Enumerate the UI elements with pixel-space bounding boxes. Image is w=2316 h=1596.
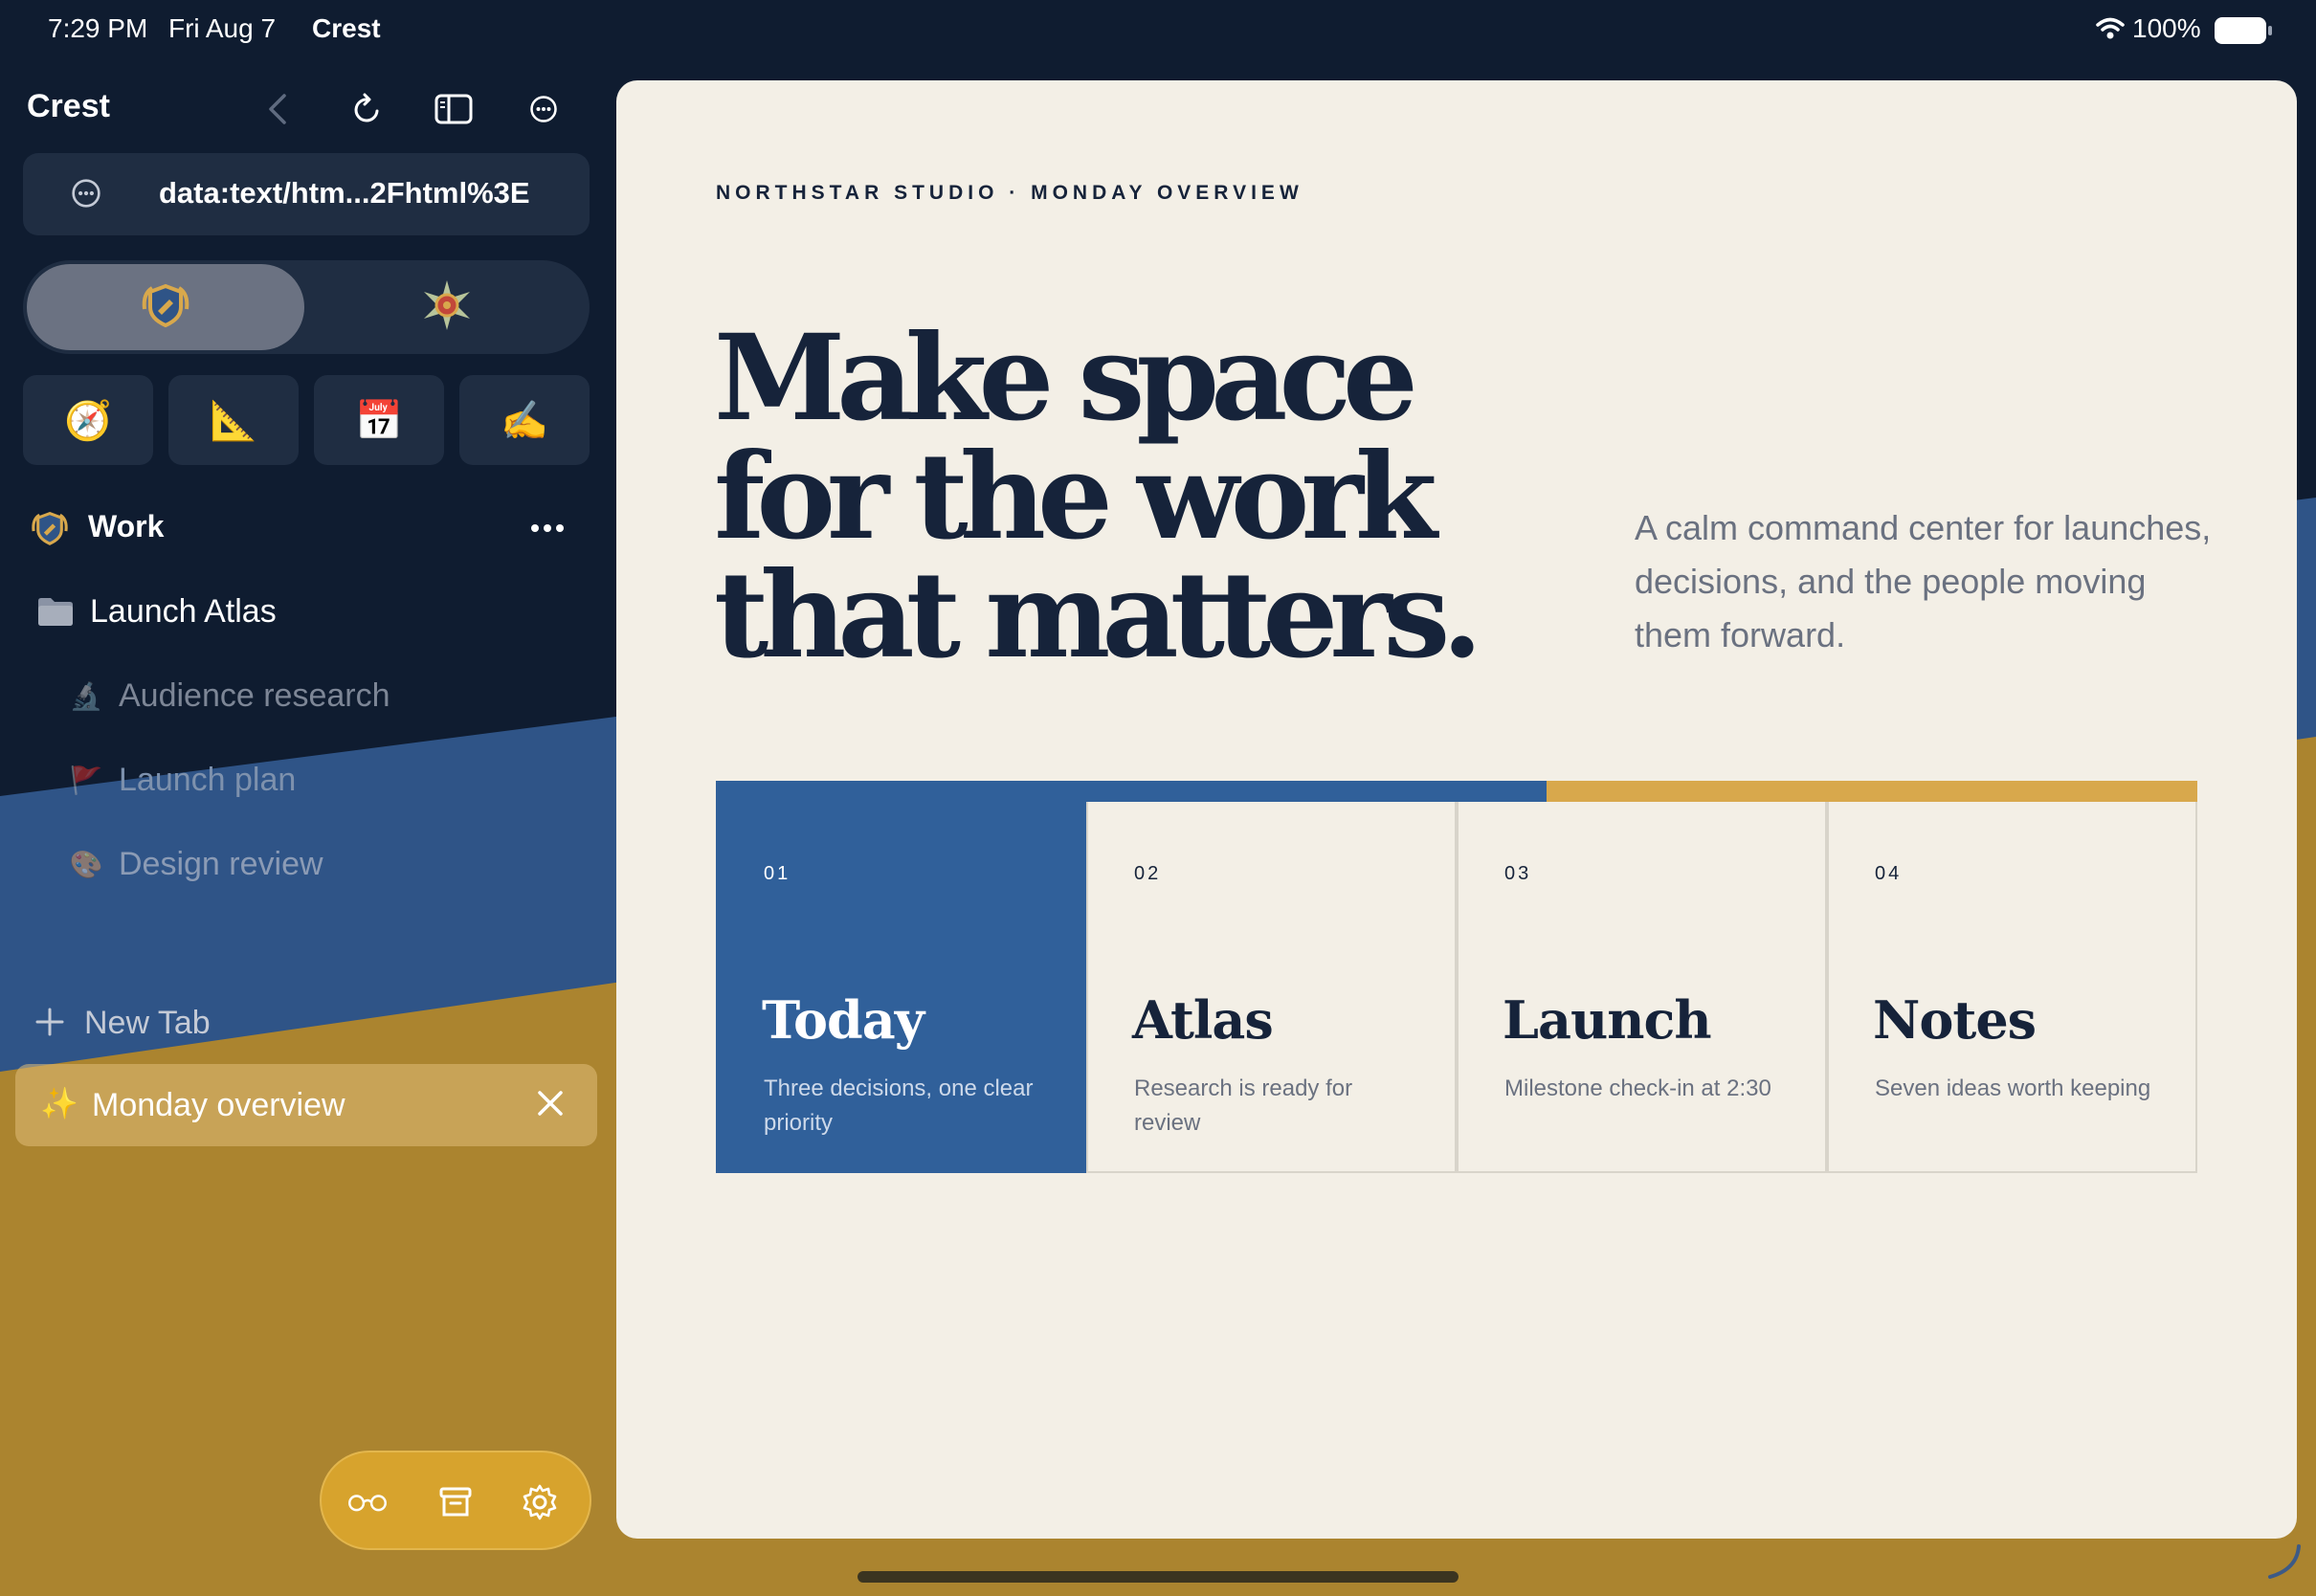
page-eyebrow: NORTHSTAR STUDIO · MONDAY OVERVIEW — [716, 182, 1303, 204]
space-work[interactable]: Work — [29, 507, 584, 549]
tab-audience-research[interactable]: 🔬 Audience research — [67, 672, 603, 720]
sparkles-icon: ✨ — [40, 1086, 78, 1120]
wifi-icon — [2096, 17, 2125, 45]
card-title: Notes — [1873, 989, 2037, 1051]
favorite-writing[interactable]: ✍️ — [459, 375, 590, 465]
card-description: Milestone check-in at 2:30 — [1504, 1075, 1771, 1101]
status-time: 7:29 PM — [48, 13, 148, 43]
profile-switcher[interactable] — [23, 260, 590, 354]
battery-percentage: 100% — [2132, 13, 2201, 43]
reading-glasses-icon[interactable] — [346, 1481, 389, 1523]
space-more-icon[interactable] — [530, 521, 565, 538]
reload-icon[interactable] — [346, 88, 389, 130]
new-tab-label: New Tab — [84, 1005, 211, 1041]
card-title: Today — [762, 989, 924, 1051]
status-bar: 7:29 PM Fri Aug 7 Crest 100% — [0, 0, 2316, 61]
tab-launch-plan[interactable]: 🚩 Launch plan — [67, 756, 603, 804]
plus-icon — [34, 1007, 65, 1042]
tab-label: Launch plan — [119, 762, 297, 798]
more-options-icon[interactable] — [523, 88, 565, 130]
favorite-compass[interactable]: 🧭 — [23, 375, 153, 465]
resize-handle-icon[interactable] — [2264, 1542, 2303, 1585]
back-icon[interactable] — [256, 88, 299, 130]
tab-label: Design review — [119, 846, 323, 882]
favorite-calendar[interactable]: 📅 — [314, 375, 444, 465]
triangle-ruler-icon: 📐 — [210, 399, 257, 442]
work-space-icon — [29, 509, 71, 552]
palette-icon: 🎨 — [69, 849, 103, 879]
battery-icon — [2215, 17, 2272, 44]
page-options-icon[interactable] — [71, 178, 101, 213]
folder-label: Launch Atlas — [90, 593, 277, 630]
card-title: Atlas — [1132, 989, 1274, 1051]
address-url[interactable]: data:text/htm...2Fhtml%3E — [159, 176, 570, 211]
card-number: 03 — [1504, 863, 1532, 884]
active-tab-label: Monday overview — [92, 1087, 345, 1123]
card-notes[interactable]: 04 Notes Seven ideas worth keeping — [1827, 802, 2197, 1173]
page-headline: Make space for the work that matters. — [714, 309, 1483, 685]
card-today[interactable]: 01 Today Three decisions, one clear prio… — [716, 802, 1086, 1173]
web-content: NORTHSTAR STUDIO · MONDAY OVERVIEW Make … — [616, 80, 2297, 1539]
sidebar-toggle-icon[interactable] — [433, 88, 475, 130]
status-app-name: Crest — [312, 13, 381, 43]
card-description: Three decisions, one clear priority — [764, 1075, 1034, 1136]
card-description: Research is ready for review — [1134, 1075, 1353, 1136]
card-number: 01 — [764, 863, 791, 884]
settings-gear-icon[interactable] — [519, 1481, 561, 1523]
shield-badge-icon — [139, 280, 192, 335]
card-description: Seven ideas worth keeping — [1875, 1075, 2151, 1101]
address-bar[interactable]: data:text/htm...2Fhtml%3E — [23, 153, 590, 235]
card-launch[interactable]: 03 Launch Milestone check-in at 2:30 — [1457, 802, 1827, 1173]
card-number: 04 — [1875, 863, 1903, 884]
progress-bar-blue — [716, 781, 1547, 802]
archive-icon[interactable] — [434, 1481, 477, 1523]
card-number: 02 — [1134, 863, 1162, 884]
card-title: Launch — [1503, 989, 1712, 1051]
sidebar-bottom-toolbar — [320, 1451, 591, 1550]
microscope-icon: 🔬 — [69, 680, 103, 711]
compass-icon: 🧭 — [64, 399, 112, 442]
favorite-ruler[interactable]: 📐 — [168, 375, 299, 465]
progress-bar-gold — [1547, 781, 2197, 802]
folder-launch-atlas[interactable]: Launch Atlas — [36, 587, 572, 635]
folder-icon — [36, 595, 75, 628]
home-indicator[interactable] — [857, 1571, 1459, 1583]
tab-monday-overview[interactable]: ✨ Monday overview — [15, 1064, 597, 1146]
flag-icon: 🚩 — [69, 765, 103, 795]
card-atlas[interactable]: 02 Atlas Research is ready for review — [1086, 802, 1457, 1173]
compass-rose-badge-icon — [420, 278, 474, 337]
profile-work[interactable] — [27, 264, 304, 350]
tab-label: Audience research — [119, 677, 390, 714]
new-tab-button[interactable]: New Tab — [34, 999, 322, 1047]
tab-design-review[interactable]: 🎨 Design review — [67, 840, 603, 888]
space-label: Work — [88, 509, 165, 543]
calendar-icon: 📅 — [355, 399, 403, 442]
writing-hand-icon: ✍️ — [501, 399, 548, 442]
close-tab-icon[interactable] — [536, 1089, 565, 1122]
sidebar-title: Crest — [27, 88, 110, 124]
profile-personal[interactable] — [308, 264, 586, 350]
page-lede: A calm command center for launches, deci… — [1635, 508, 2212, 654]
status-date: Fri Aug 7 — [168, 13, 277, 43]
